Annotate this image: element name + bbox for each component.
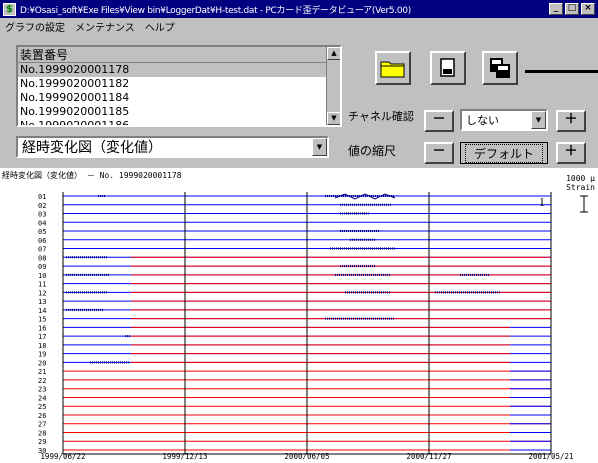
scale-label: 値の縮尺	[348, 144, 397, 158]
channel-label: 23	[38, 386, 46, 394]
channel-label: 04	[38, 219, 46, 227]
open-folder-button[interactable]	[375, 51, 411, 85]
menu-graph-settings[interactable]: グラフの設定	[0, 19, 70, 34]
device-list[interactable]: 装置番号 No.1999020001178 No.1999020001182 N…	[16, 45, 342, 127]
channel-label: 25	[38, 403, 46, 411]
menu-help[interactable]: ヘルプ	[140, 19, 180, 34]
scale-minus-button[interactable]: －	[424, 142, 454, 164]
x-tick-label: 1999/06/22	[40, 452, 85, 461]
channel-check-select[interactable]: しない ▼	[460, 109, 548, 131]
x-tick-label: 2000/06/05	[284, 452, 329, 461]
copy-icon	[490, 58, 510, 78]
channel-label: 21	[38, 368, 46, 376]
copy-button[interactable]	[482, 51, 518, 85]
channel-label: 13	[38, 298, 46, 306]
channel-label: 29	[38, 438, 46, 446]
channel-label: 19	[38, 351, 46, 359]
close-button[interactable]: ×	[581, 3, 595, 15]
channel-label: 27	[38, 421, 46, 429]
graph-type-select[interactable]: 経時変化図（変化値） ▼	[16, 136, 329, 158]
channel-label: 18	[38, 342, 46, 350]
channel-label: 15	[38, 316, 46, 324]
minimize-button[interactable]: _	[549, 3, 563, 15]
menu-maintenance[interactable]: メンテナンス	[70, 19, 140, 34]
channel-label: 12	[38, 289, 46, 297]
scale-default-button[interactable]: デフォルト	[460, 142, 548, 164]
graph-type-value: 経時変化図（変化値）	[22, 140, 162, 156]
channel-label: 08	[38, 254, 46, 262]
channel-plus-button[interactable]: ＋	[556, 110, 586, 132]
maximize-button[interactable]: □	[565, 3, 579, 15]
scale-default-label: デフォルト	[464, 143, 543, 163]
device-list-item[interactable]: No.1999020001185	[18, 105, 328, 119]
channel-label: 11	[38, 281, 46, 289]
scale-plus-button[interactable]: ＋	[556, 142, 586, 164]
channel-label: 10	[38, 272, 46, 280]
scale-bar-symbol: I	[540, 198, 544, 209]
x-tick-label: 2000/11/27	[406, 452, 451, 461]
scroll-up-icon[interactable]: ▲	[327, 47, 340, 60]
folder-open-icon	[380, 61, 405, 78]
menu-bar: グラフの設定 メンテナンス ヘルプ	[0, 18, 598, 34]
channel-check-label: チャネル確認	[348, 110, 414, 123]
channel-minus-button[interactable]: －	[424, 110, 454, 132]
channel-label: 24	[38, 394, 46, 402]
chevron-down-icon[interactable]: ▼	[531, 111, 546, 129]
channel-label: 01	[38, 193, 46, 201]
x-tick-label: 1999/12/13	[162, 452, 207, 461]
device-list-item[interactable]: No.1999020001186	[18, 119, 328, 125]
channel-label: 20	[38, 359, 46, 367]
channel-label: 14	[38, 307, 46, 315]
channel-label: 03	[38, 211, 46, 219]
chart-area: 経時変化図（変化値） － No. 1999020001178 1000 μ St…	[0, 168, 598, 463]
app-icon: $	[3, 2, 16, 16]
channel-label: 07	[38, 246, 46, 254]
channel-label: 26	[38, 412, 46, 420]
x-tick-label: 2001/05/21	[528, 452, 573, 461]
channel-label: 28	[38, 429, 46, 437]
channel-check-value: しない	[466, 114, 499, 127]
document-button[interactable]	[430, 51, 466, 85]
channel-label: 05	[38, 228, 46, 236]
device-list-item[interactable]: No.1999020001178	[18, 63, 328, 77]
strain-time-chart: 0102030405060708091011121314151617181920…	[38, 192, 588, 461]
channel-label: 06	[38, 237, 46, 245]
toolbar-divider-line	[525, 70, 598, 73]
chevron-down-icon[interactable]: ▼	[312, 138, 327, 156]
scroll-down-icon[interactable]: ▼	[327, 112, 340, 125]
device-list-header: 装置番号	[18, 47, 328, 63]
device-list-item[interactable]: No.1999020001182	[18, 77, 328, 91]
window-title: D:¥Osasi_soft¥Exe Files¥View bin¥LoggerD…	[20, 5, 411, 16]
title-bar: $ D:¥Osasi_soft¥Exe Files¥View bin¥Logge…	[0, 0, 598, 18]
channel-label: 22	[38, 377, 46, 385]
channel-label: 02	[38, 202, 46, 210]
device-list-item[interactable]: No.1999020001184	[18, 91, 328, 105]
device-list-scrollbar[interactable]: ▲ ▼	[326, 47, 340, 125]
channel-label: 09	[38, 263, 46, 271]
channel-label: 16	[38, 324, 46, 332]
channel-label: 17	[38, 333, 46, 341]
document-icon	[440, 58, 455, 77]
